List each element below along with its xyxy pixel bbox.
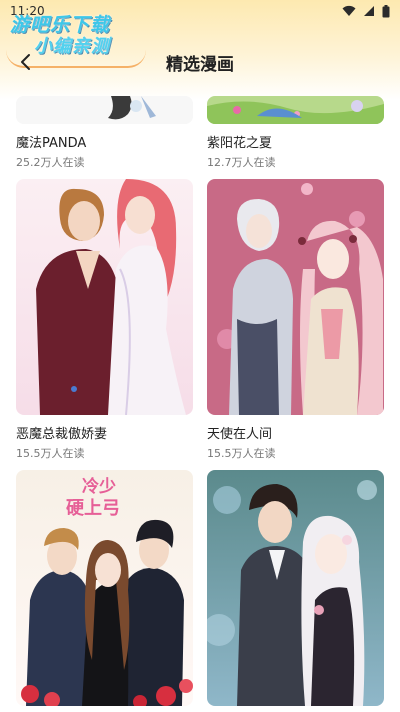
comic-readers: 25.2万人在读 xyxy=(16,156,85,169)
comic-card[interactable]: 紫阳花之夏 12.7万人在读 xyxy=(207,96,384,170)
comic-card[interactable] xyxy=(207,470,384,706)
comic-card[interactable]: 天使在人间 15.5万人在读 xyxy=(207,179,384,461)
watermark-line-1: 游吧乐下载 xyxy=(10,14,111,36)
comic-cover[interactable] xyxy=(16,179,193,415)
cover-title-line-2: 硬上弓 xyxy=(66,498,120,519)
status-icons xyxy=(342,4,390,18)
battery-icon xyxy=(382,4,390,17)
signal-icon xyxy=(364,6,374,16)
comic-title: 魔法PANDA xyxy=(16,136,87,151)
comic-title: 天使在人间 xyxy=(207,427,273,442)
comic-cover[interactable]: 冷少 硬上弓 xyxy=(16,470,193,706)
comic-cover[interactable] xyxy=(207,179,384,415)
comic-card[interactable]: 魔法PANDA 25.2万人在读 xyxy=(16,96,193,170)
comic-readers: 12.7万人在读 xyxy=(207,156,276,169)
comic-title: 紫阳花之夏 xyxy=(207,136,273,151)
comic-cover[interactable] xyxy=(16,96,193,124)
comic-card[interactable]: 恶魔总裁傲娇妻 15.5万人在读 xyxy=(16,179,193,461)
comic-title: 恶魔总裁傲娇妻 xyxy=(16,427,108,442)
comic-cover[interactable] xyxy=(207,96,384,124)
wifi-icon xyxy=(342,5,356,16)
comic-readers: 15.5万人在读 xyxy=(207,447,276,460)
page-title: 精选漫画 xyxy=(166,55,234,75)
comic-cover[interactable] xyxy=(207,470,384,706)
cover-title-line-1: 冷少 xyxy=(82,476,116,497)
comic-card[interactable]: 冷少 硬上弓 xyxy=(16,470,193,706)
comic-readers: 15.5万人在读 xyxy=(16,447,85,460)
